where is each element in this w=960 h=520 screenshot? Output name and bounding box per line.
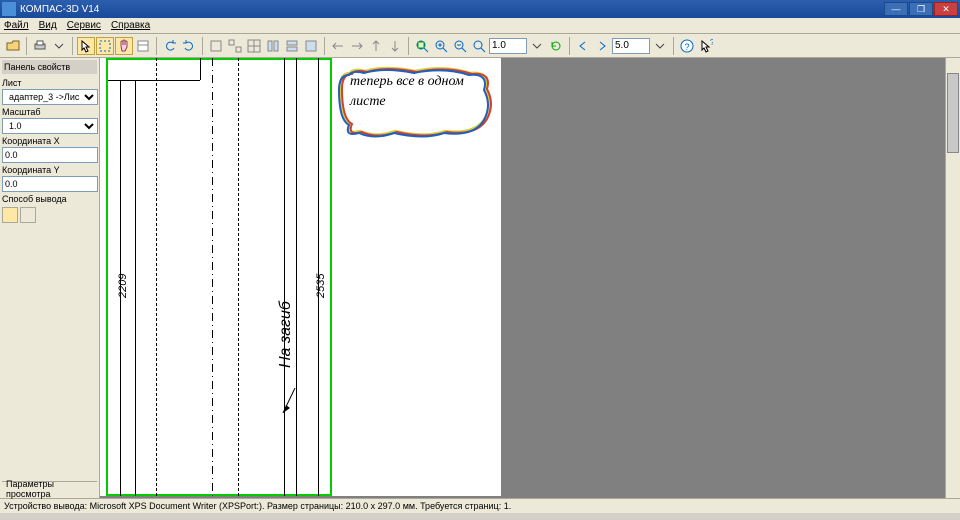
drawing-line xyxy=(284,58,285,496)
canvas-wrap: 2209 2535 На загиб теперь все в одном ли… xyxy=(100,58,960,498)
coordx-input[interactable] xyxy=(2,147,98,163)
zoom-out-icon[interactable] xyxy=(451,37,469,55)
move-left-icon[interactable] xyxy=(574,37,592,55)
select-icon[interactable] xyxy=(96,37,114,55)
method-button-1[interactable] xyxy=(2,207,18,223)
annotation-text: листе xyxy=(350,94,386,110)
vertical-scrollbar[interactable] xyxy=(945,58,960,498)
help-icon[interactable]: ? xyxy=(678,37,696,55)
grid5-icon[interactable] xyxy=(283,37,301,55)
move-right-icon[interactable] xyxy=(593,37,611,55)
grid6-icon[interactable] xyxy=(302,37,320,55)
annotation-text: теперь все в одном xyxy=(350,74,464,90)
zoom-in-icon[interactable] xyxy=(432,37,450,55)
panel-title: Панель свойств xyxy=(2,60,97,74)
properties-panel: Панель свойств Лист адаптер_3 ->Лист 1 М… xyxy=(0,58,100,498)
svg-text:?: ? xyxy=(684,42,689,52)
sheet-select[interactable]: адаптер_3 ->Лист 1 xyxy=(2,89,98,105)
print-icon[interactable] xyxy=(31,37,49,55)
scale-label: Масштаб xyxy=(2,107,97,117)
menu-view[interactable]: Вид xyxy=(39,20,57,31)
align4-icon[interactable] xyxy=(386,37,404,55)
bottom-tab[interactable]: Параметры просмотра xyxy=(2,481,97,496)
titlebar: КОМПАС-3D V14 — ❐ ✕ xyxy=(0,0,960,18)
drawing-canvas[interactable]: 2209 2535 На загиб теперь все в одном ли… xyxy=(100,58,501,496)
app-icon xyxy=(2,2,16,16)
window-title: КОМПАС-3D V14 xyxy=(20,4,883,15)
zoom-value-input[interactable] xyxy=(489,38,527,54)
drawing-line xyxy=(108,80,200,81)
menubar: Файл Вид Сервис Справка xyxy=(0,18,960,34)
step-dropdown-icon[interactable] xyxy=(651,37,669,55)
drawing-line xyxy=(200,58,201,80)
coordy-input[interactable] xyxy=(2,176,98,192)
drawing-line xyxy=(135,80,136,496)
dimension-text: 2209 xyxy=(117,274,129,298)
refresh-icon[interactable] xyxy=(547,37,565,55)
grid4-icon[interactable] xyxy=(264,37,282,55)
cursor-icon[interactable] xyxy=(77,37,95,55)
dashed-line xyxy=(156,58,157,496)
grid2-icon[interactable] xyxy=(226,37,244,55)
drawing-line xyxy=(296,58,297,496)
method-label: Способ вывода xyxy=(2,194,97,204)
grid1-icon[interactable] xyxy=(207,37,225,55)
coordy-label: Координата Y xyxy=(2,165,97,175)
step-value-input[interactable] xyxy=(612,38,650,54)
menu-file[interactable]: Файл xyxy=(4,20,29,31)
dashed-line xyxy=(238,58,239,496)
align3-icon[interactable] xyxy=(367,37,385,55)
sheet-label: Лист xyxy=(2,78,97,88)
canvas-background xyxy=(501,58,945,498)
align1-icon[interactable] xyxy=(329,37,347,55)
grid3-icon[interactable] xyxy=(245,37,263,55)
status-text: Устройство вывода: Microsoft XPS Documen… xyxy=(4,501,511,511)
print-dropdown-icon[interactable] xyxy=(50,37,68,55)
rotate-right-icon[interactable] xyxy=(180,37,198,55)
align2-icon[interactable] xyxy=(348,37,366,55)
main-body: Панель свойств Лист адаптер_3 ->Лист 1 М… xyxy=(0,58,960,498)
context-help-icon[interactable]: ? xyxy=(697,37,715,55)
hand-icon[interactable] xyxy=(115,37,133,55)
zoom-fit-icon[interactable] xyxy=(413,37,431,55)
properties-icon[interactable] xyxy=(134,37,152,55)
toolbar: ? ? xyxy=(0,34,960,58)
menu-help[interactable]: Справка xyxy=(111,20,150,31)
page-frame xyxy=(106,58,332,496)
zoom-window-icon[interactable] xyxy=(470,37,488,55)
drawing-label: На загиб xyxy=(277,301,295,368)
maximize-button[interactable]: ❐ xyxy=(909,2,933,16)
minimize-button[interactable]: — xyxy=(884,2,908,16)
close-button[interactable]: ✕ xyxy=(934,2,958,16)
scale-select[interactable]: 1.0 xyxy=(2,118,98,134)
zoom-dropdown-icon[interactable] xyxy=(528,37,546,55)
open-icon[interactable] xyxy=(4,37,22,55)
dimension-text: 2535 xyxy=(315,274,327,298)
status-bar: Устройство вывода: Microsoft XPS Documen… xyxy=(0,498,960,513)
arrow-icon xyxy=(280,388,300,418)
method-button-2[interactable] xyxy=(20,207,36,223)
coordx-label: Координата X xyxy=(2,136,97,146)
menu-service[interactable]: Сервис xyxy=(67,20,101,31)
svg-text:?: ? xyxy=(710,39,713,47)
rotate-left-icon[interactable] xyxy=(161,37,179,55)
